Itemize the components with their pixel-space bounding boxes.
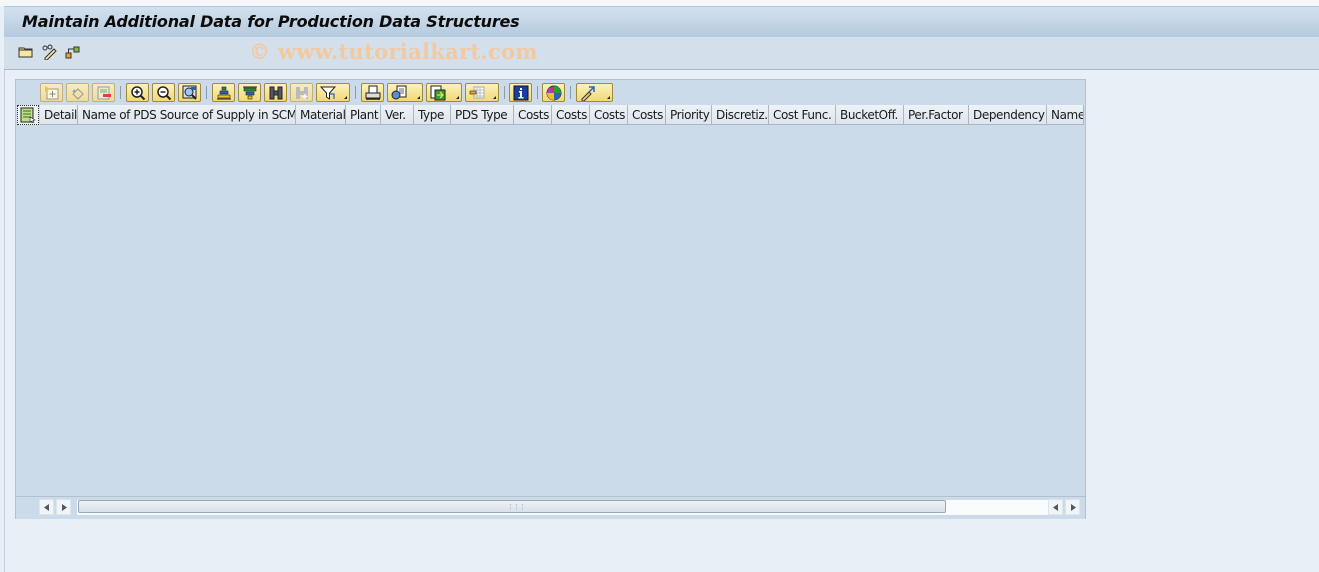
zoom-out-icon [157, 86, 172, 101]
dropdown-arrow-icon [417, 96, 420, 99]
export-button[interactable] [426, 83, 462, 102]
sort-ascending-button[interactable] [212, 83, 235, 102]
pencil-glasses-icon[interactable] [41, 44, 57, 61]
scroll-thumb[interactable]: ⋮⋮⋮ [78, 500, 946, 513]
column-header[interactable]: Cost Func. [769, 105, 836, 125]
grid-toolbar [16, 80, 1085, 104]
undo-button[interactable] [66, 83, 89, 102]
toolbar-separator [206, 86, 207, 99]
sort-ascending-icon [217, 86, 231, 100]
column-header[interactable]: Costs [514, 105, 552, 125]
graphic-button[interactable] [542, 83, 565, 102]
toolbar-separator [120, 86, 121, 99]
pencil-arrow-icon [581, 86, 595, 101]
column-header[interactable]: Priority [666, 105, 712, 125]
column-header[interactable]: Per.Factor [904, 105, 969, 125]
scroll-left-button[interactable] [39, 499, 54, 515]
column-header[interactable]: Ver. [381, 105, 414, 125]
dropdown-arrow-icon [456, 96, 459, 99]
print-button[interactable] [361, 83, 384, 102]
column-header[interactable]: Plant [346, 105, 381, 125]
horizontal-scrollbar: ⋮⋮⋮ [16, 496, 1085, 519]
column-header[interactable]: Costs [590, 105, 628, 125]
scroll-track-right[interactable] [947, 500, 1048, 515]
layout-button[interactable] [465, 83, 499, 102]
watermark: © www.tutorialkart.com [249, 39, 538, 64]
zoom-out-button[interactable] [152, 83, 175, 102]
information-button[interactable] [509, 83, 532, 102]
undo-icon [72, 88, 84, 100]
column-header-row: Detail Name of PDS Source of Supply in SC… [16, 105, 1085, 125]
find-next-icon [296, 87, 308, 99]
scroll-right-button[interactable] [56, 499, 71, 515]
application-toolbar: © www.tutorialkart.com [4, 37, 1319, 70]
append-row-icon [45, 86, 59, 100]
arrow-right-icon [62, 504, 67, 511]
info-icon [513, 85, 529, 101]
page-title: Maintain Additional Data for Production … [22, 12, 520, 31]
title-bar: Maintain Additional Data for Production … [4, 6, 1319, 38]
column-header[interactable]: Material [296, 105, 346, 125]
column-header[interactable]: PDS Type [451, 105, 514, 125]
arrow-left-icon [44, 504, 49, 511]
toolbar-separator [504, 86, 505, 99]
grip-icon: ⋮⋮⋮ [507, 503, 526, 511]
export-icon [430, 85, 446, 101]
printer-icon [365, 85, 381, 100]
views-icon [391, 85, 407, 100]
delete-row-icon [97, 86, 111, 100]
zoom-in-icon [131, 86, 146, 101]
toolbar-separator [355, 86, 356, 99]
change-mode-button[interactable] [576, 83, 613, 102]
column-header[interactable]: Discretiz. [712, 105, 769, 125]
append-row-button[interactable] [40, 83, 63, 102]
zoom-in-button[interactable] [126, 83, 149, 102]
views-button[interactable] [387, 83, 423, 102]
column-header[interactable]: Costs [552, 105, 590, 125]
column-header[interactable]: Name of PDS Source of Supply in SCM [78, 105, 296, 125]
arrow-left-icon [1053, 504, 1058, 511]
dropdown-arrow-icon [493, 96, 496, 99]
scroll-left-button-secondary[interactable] [1048, 499, 1063, 515]
sort-descending-button[interactable] [238, 83, 261, 102]
alv-grid: Detail Name of PDS Source of Supply in SC… [15, 79, 1086, 519]
filter-button[interactable] [316, 83, 350, 102]
dropdown-arrow-icon [607, 96, 610, 99]
layout-icon [469, 86, 485, 99]
column-header[interactable]: Dependency [969, 105, 1047, 125]
details-icon [182, 85, 197, 100]
dropdown-arrow-icon [344, 96, 347, 99]
arrow-right-icon [1071, 504, 1076, 511]
toolbar-separator [537, 86, 538, 99]
graphic-icon [546, 85, 562, 101]
binoculars-icon [269, 86, 283, 100]
column-header[interactable]: Type [414, 105, 451, 125]
column-header[interactable]: Costs [628, 105, 666, 125]
folder-icon[interactable] [18, 44, 34, 60]
delete-row-button[interactable] [92, 83, 115, 102]
column-header[interactable]: BucketOff. [836, 105, 904, 125]
column-header[interactable]: Name [1047, 105, 1084, 125]
toolbar-separator [570, 86, 571, 99]
scroll-right-button-secondary[interactable] [1065, 499, 1080, 515]
filter-icon [320, 86, 336, 100]
hierarchy-icon[interactable] [65, 44, 81, 60]
details-button[interactable] [178, 83, 201, 102]
sort-descending-icon [243, 86, 257, 100]
column-header[interactable]: Detail [40, 105, 78, 125]
find-next-button[interactable] [290, 83, 313, 102]
find-button[interactable] [264, 83, 287, 102]
